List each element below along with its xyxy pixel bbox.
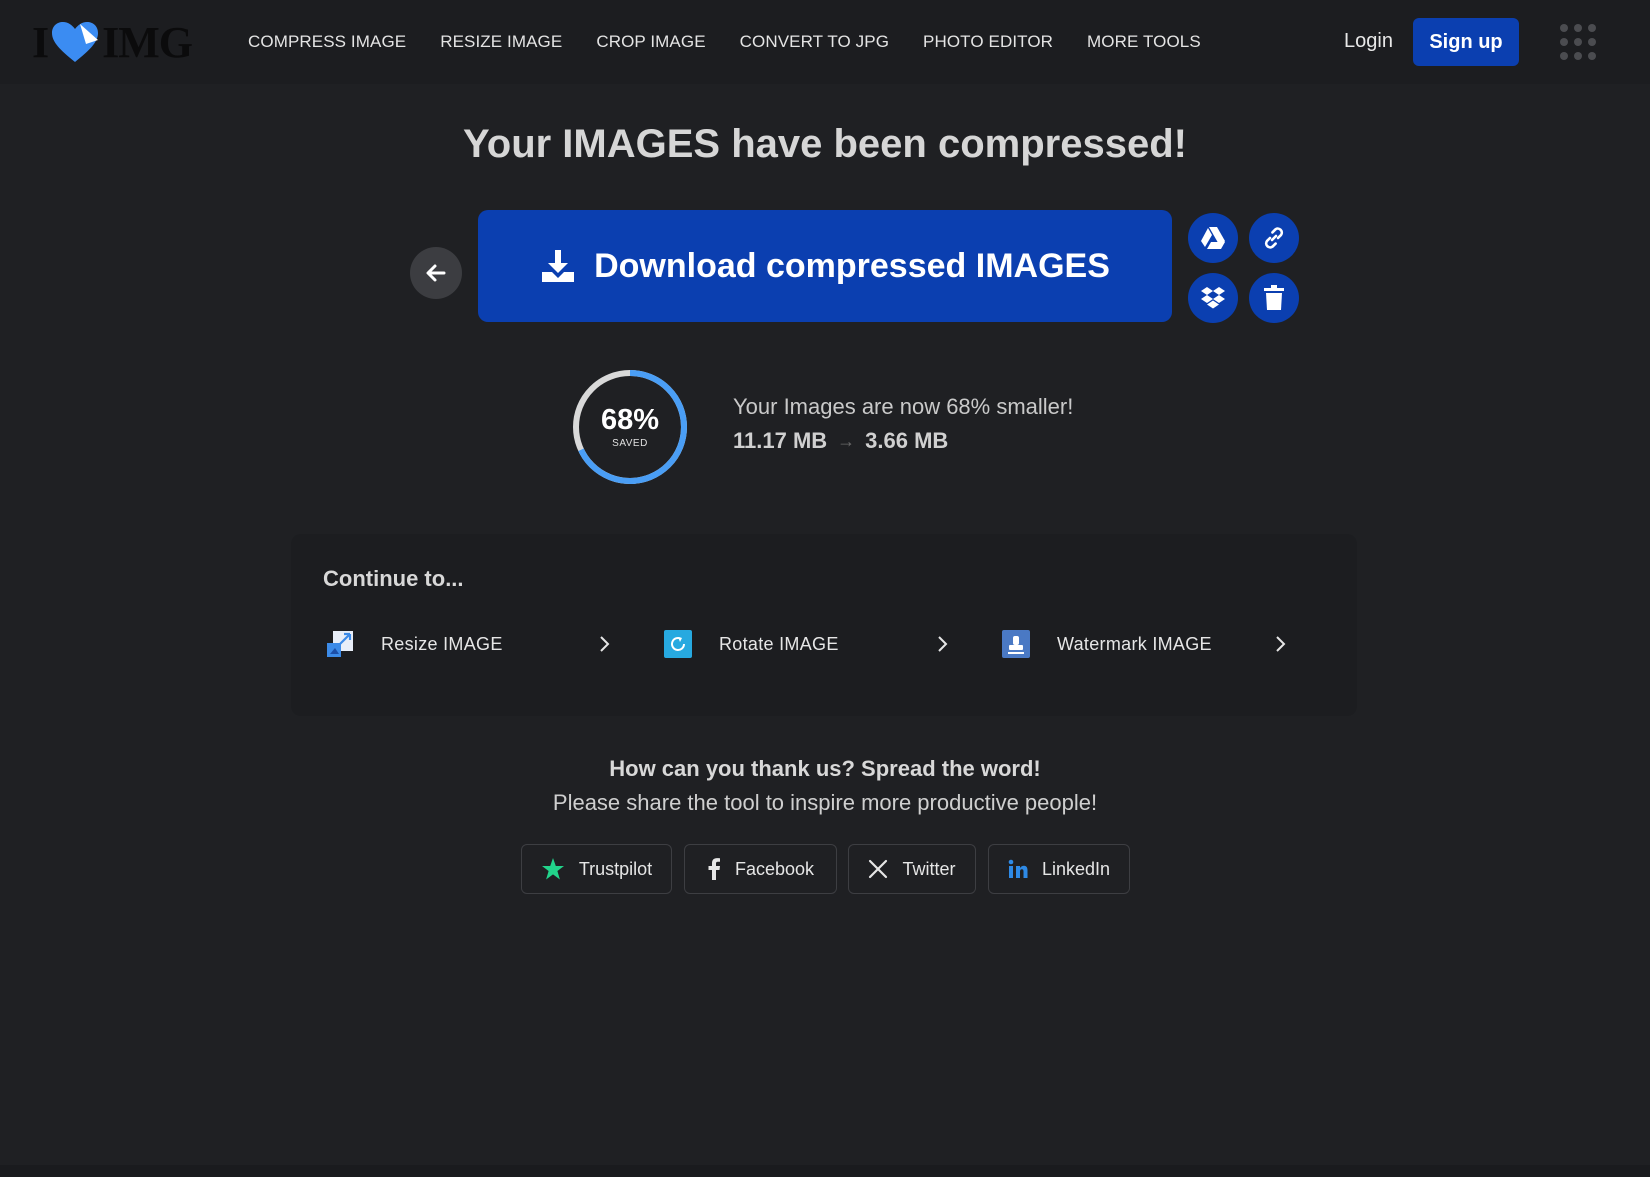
size-comparison: 11.17 MB → 3.66 MB: [733, 428, 948, 454]
copy-link-button[interactable]: [1249, 213, 1299, 263]
google-drive-button[interactable]: [1188, 213, 1238, 263]
continue-rotate-label: Rotate IMAGE: [719, 633, 839, 654]
share-heading: How can you thank us? Spread the word!: [609, 756, 1041, 781]
smaller-message: Your Images are now 68% smaller!: [733, 394, 1074, 419]
logo-text-left: I: [32, 17, 49, 67]
share-subtext: Please share the tool to inspire more pr…: [552, 790, 1098, 815]
continue-rotate-image[interactable]: Rotate IMAGE: [643, 622, 963, 666]
login-link[interactable]: Login: [1344, 30, 1393, 53]
nav-convert-to-jpg[interactable]: CONVERT TO JPG: [740, 32, 889, 52]
resize-icon: [327, 631, 353, 657]
heart-icon: [52, 22, 99, 62]
nav-crop-image[interactable]: CROP IMAGE: [596, 32, 705, 52]
nav-compress-image[interactable]: COMPRESS IMAGE: [248, 32, 406, 52]
percent-saved: 68%: [600, 404, 660, 436]
linkedin-label: LinkedIn: [1041, 858, 1111, 879]
nav-more-tools[interactable]: MORE TOOLS: [1087, 32, 1201, 52]
back-button[interactable]: [410, 247, 462, 299]
download-label: Download compressed IMAGES: [594, 246, 1110, 285]
google-drive-icon: [1201, 227, 1225, 249]
linkedin-icon: [1008, 859, 1028, 878]
apps-grid-icon[interactable]: [1560, 24, 1596, 60]
dropbox-button[interactable]: [1188, 273, 1238, 323]
facebook-icon: [708, 858, 720, 880]
size-arrow: →: [837, 430, 856, 451]
star-icon: [541, 858, 564, 880]
continue-resize-image[interactable]: Resize IMAGE: [305, 622, 625, 666]
top-header: I IMG COMPRESS IMAGE RESIZE IMAGE CROP I…: [0, 0, 1650, 84]
chevron-right-icon: [938, 636, 948, 652]
original-size: 11.17 MB: [733, 428, 828, 453]
main-nav: COMPRESS IMAGE RESIZE IMAGE CROP IMAGE C…: [248, 0, 1235, 84]
trustpilot-label: Trustpilot: [578, 858, 653, 879]
facebook-label: Facebook: [734, 858, 815, 879]
logo-text-right: IMG: [102, 17, 193, 67]
link-icon: [1264, 227, 1284, 249]
arrow-left-icon: [426, 264, 446, 282]
bottom-bar: [0, 1165, 1650, 1177]
twitter-label: Twitter: [902, 858, 956, 879]
trash-icon: [1264, 285, 1284, 310]
delete-button[interactable]: [1249, 273, 1299, 323]
new-size: 3.66 MB: [865, 428, 949, 453]
saved-label: SAVED: [612, 438, 648, 449]
continue-resize-label: Resize IMAGE: [381, 633, 503, 654]
rotate-icon: [664, 630, 692, 658]
chevron-right-icon: [600, 636, 610, 652]
continue-watermark-image[interactable]: Watermark IMAGE: [981, 622, 1301, 666]
download-button[interactable]: Download compressed IMAGES: [478, 210, 1172, 322]
logo[interactable]: I IMG: [32, 17, 193, 67]
continue-title: Continue to...: [323, 566, 464, 591]
page-title: Your IMAGES have been compressed!: [463, 122, 1187, 166]
dropbox-icon: [1201, 287, 1225, 309]
chevron-right-icon: [1276, 636, 1286, 652]
nav-resize-image[interactable]: RESIZE IMAGE: [440, 32, 562, 52]
facebook-button[interactable]: Facebook: [684, 844, 837, 894]
x-icon: [869, 859, 888, 879]
download-icon: [542, 250, 575, 282]
twitter-button[interactable]: Twitter: [848, 844, 976, 894]
continue-panel: Continue to... Resize IMAGE Rotate IMAGE: [291, 534, 1357, 716]
linkedin-button[interactable]: LinkedIn: [988, 844, 1130, 894]
signup-button[interactable]: Sign up: [1413, 18, 1519, 66]
nav-photo-editor[interactable]: PHOTO EDITOR: [923, 32, 1053, 52]
trustpilot-button[interactable]: Trustpilot: [521, 844, 672, 894]
watermark-icon: [1002, 630, 1030, 658]
continue-watermark-label: Watermark IMAGE: [1057, 633, 1212, 654]
